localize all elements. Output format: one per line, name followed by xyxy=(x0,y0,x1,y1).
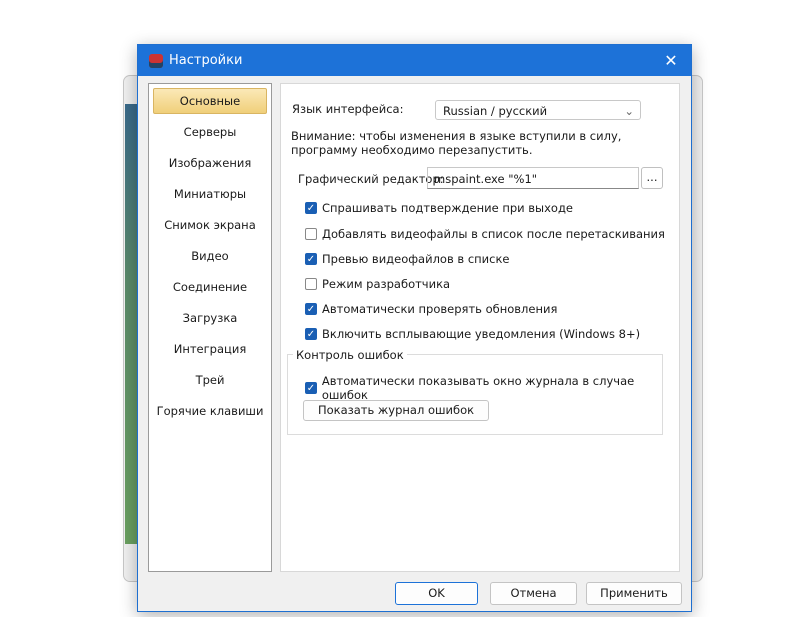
sidebar-item-servers[interactable]: Серверы xyxy=(149,117,271,148)
general-panel: Язык интерфейса: Russian / русский ⌄ Вним… xyxy=(280,83,680,572)
sidebar-item-tray[interactable]: Трей xyxy=(149,365,271,396)
checkbox-add-videos[interactable]: Добавлять видеофайлы в список после пере… xyxy=(305,227,665,241)
checkbox-confirm-exit[interactable]: ✓ Спрашивать подтверждение при выходе xyxy=(305,201,573,215)
checkbox-label: Автоматически показывать окно журнала в … xyxy=(321,374,635,402)
sidebar-item-integration[interactable]: Интеграция xyxy=(149,334,271,365)
settings-dialog: Настройки ✕ Основные Серверы Изображения… xyxy=(137,44,692,612)
language-select[interactable]: Russian / русский ⌄ xyxy=(435,100,641,120)
title-bar: Настройки ✕ xyxy=(138,45,691,76)
sidebar-item-screenshot[interactable]: Снимок экрана xyxy=(149,210,271,241)
checkbox-video-preview[interactable]: ✓ Превью видеофайлов в списке xyxy=(305,252,510,266)
ok-button[interactable]: OK xyxy=(395,582,478,605)
app-icon xyxy=(149,53,163,68)
checkbox-icon: ✓ xyxy=(305,253,317,265)
checkbox-notifications[interactable]: ✓ Включить всплывающие уведомления (Windo… xyxy=(305,327,640,341)
checkbox-icon: ✓ xyxy=(305,303,317,315)
error-control-label: Контроль ошибок xyxy=(293,348,407,362)
checkbox-label: Включить всплывающие уведомления (Window… xyxy=(322,327,641,341)
sidebar-item-thumbnails[interactable]: Миниатюры xyxy=(149,179,271,210)
sidebar-item-hotkeys[interactable]: Горячие клавиши xyxy=(149,396,271,427)
sidebar-item-connection[interactable]: Соединение xyxy=(149,272,271,303)
checkbox-icon xyxy=(305,278,317,290)
sidebar-item-upload[interactable]: Загрузка xyxy=(149,303,271,334)
sidebar-item-video[interactable]: Видео xyxy=(149,241,271,272)
language-value: Russian / русский xyxy=(443,104,548,118)
sidebar-item-images[interactable]: Изображения xyxy=(149,148,271,179)
checkbox-icon xyxy=(305,228,317,240)
editor-label: Графический редактор: xyxy=(298,172,444,186)
checkbox-label: Спрашивать подтверждение при выходе xyxy=(322,201,573,215)
checkbox-developer-mode[interactable]: Режим разработчика xyxy=(305,277,450,291)
sidebar: Основные Серверы Изображения Миниатюры С… xyxy=(148,83,272,572)
checkbox-label: Режим разработчика xyxy=(322,277,451,291)
checkbox-show-log-on-error[interactable]: ✓ Автоматически показывать окно журнала в… xyxy=(305,374,679,402)
editor-input[interactable]: mspaint.exe "%1" xyxy=(427,167,639,189)
cancel-button[interactable]: Отмена xyxy=(490,582,577,605)
chevron-down-icon: ⌄ xyxy=(624,104,634,118)
checkbox-icon: ✓ xyxy=(305,328,317,340)
checkbox-label: Добавлять видеофайлы в список после пере… xyxy=(322,227,665,241)
sidebar-item-general[interactable]: Основные xyxy=(153,88,267,114)
checkbox-label: Превью видеофайлов в списке xyxy=(322,252,510,266)
checkbox-auto-update[interactable]: ✓ Автоматически проверять обновления xyxy=(305,302,557,316)
language-label: Язык интерфейса: xyxy=(292,102,404,116)
close-icon[interactable]: ✕ xyxy=(651,51,691,70)
show-log-button[interactable]: Показать журнал ошибок xyxy=(303,400,489,421)
apply-button[interactable]: Применить xyxy=(586,582,682,605)
checkbox-icon: ✓ xyxy=(305,382,317,394)
dialog-title: Настройки xyxy=(169,53,243,68)
browse-button[interactable]: ... xyxy=(641,167,663,189)
checkbox-label: Автоматически проверять обновления xyxy=(322,302,558,316)
language-warning: Внимание: чтобы изменения в языке вступи… xyxy=(291,129,622,157)
checkbox-icon: ✓ xyxy=(305,202,317,214)
